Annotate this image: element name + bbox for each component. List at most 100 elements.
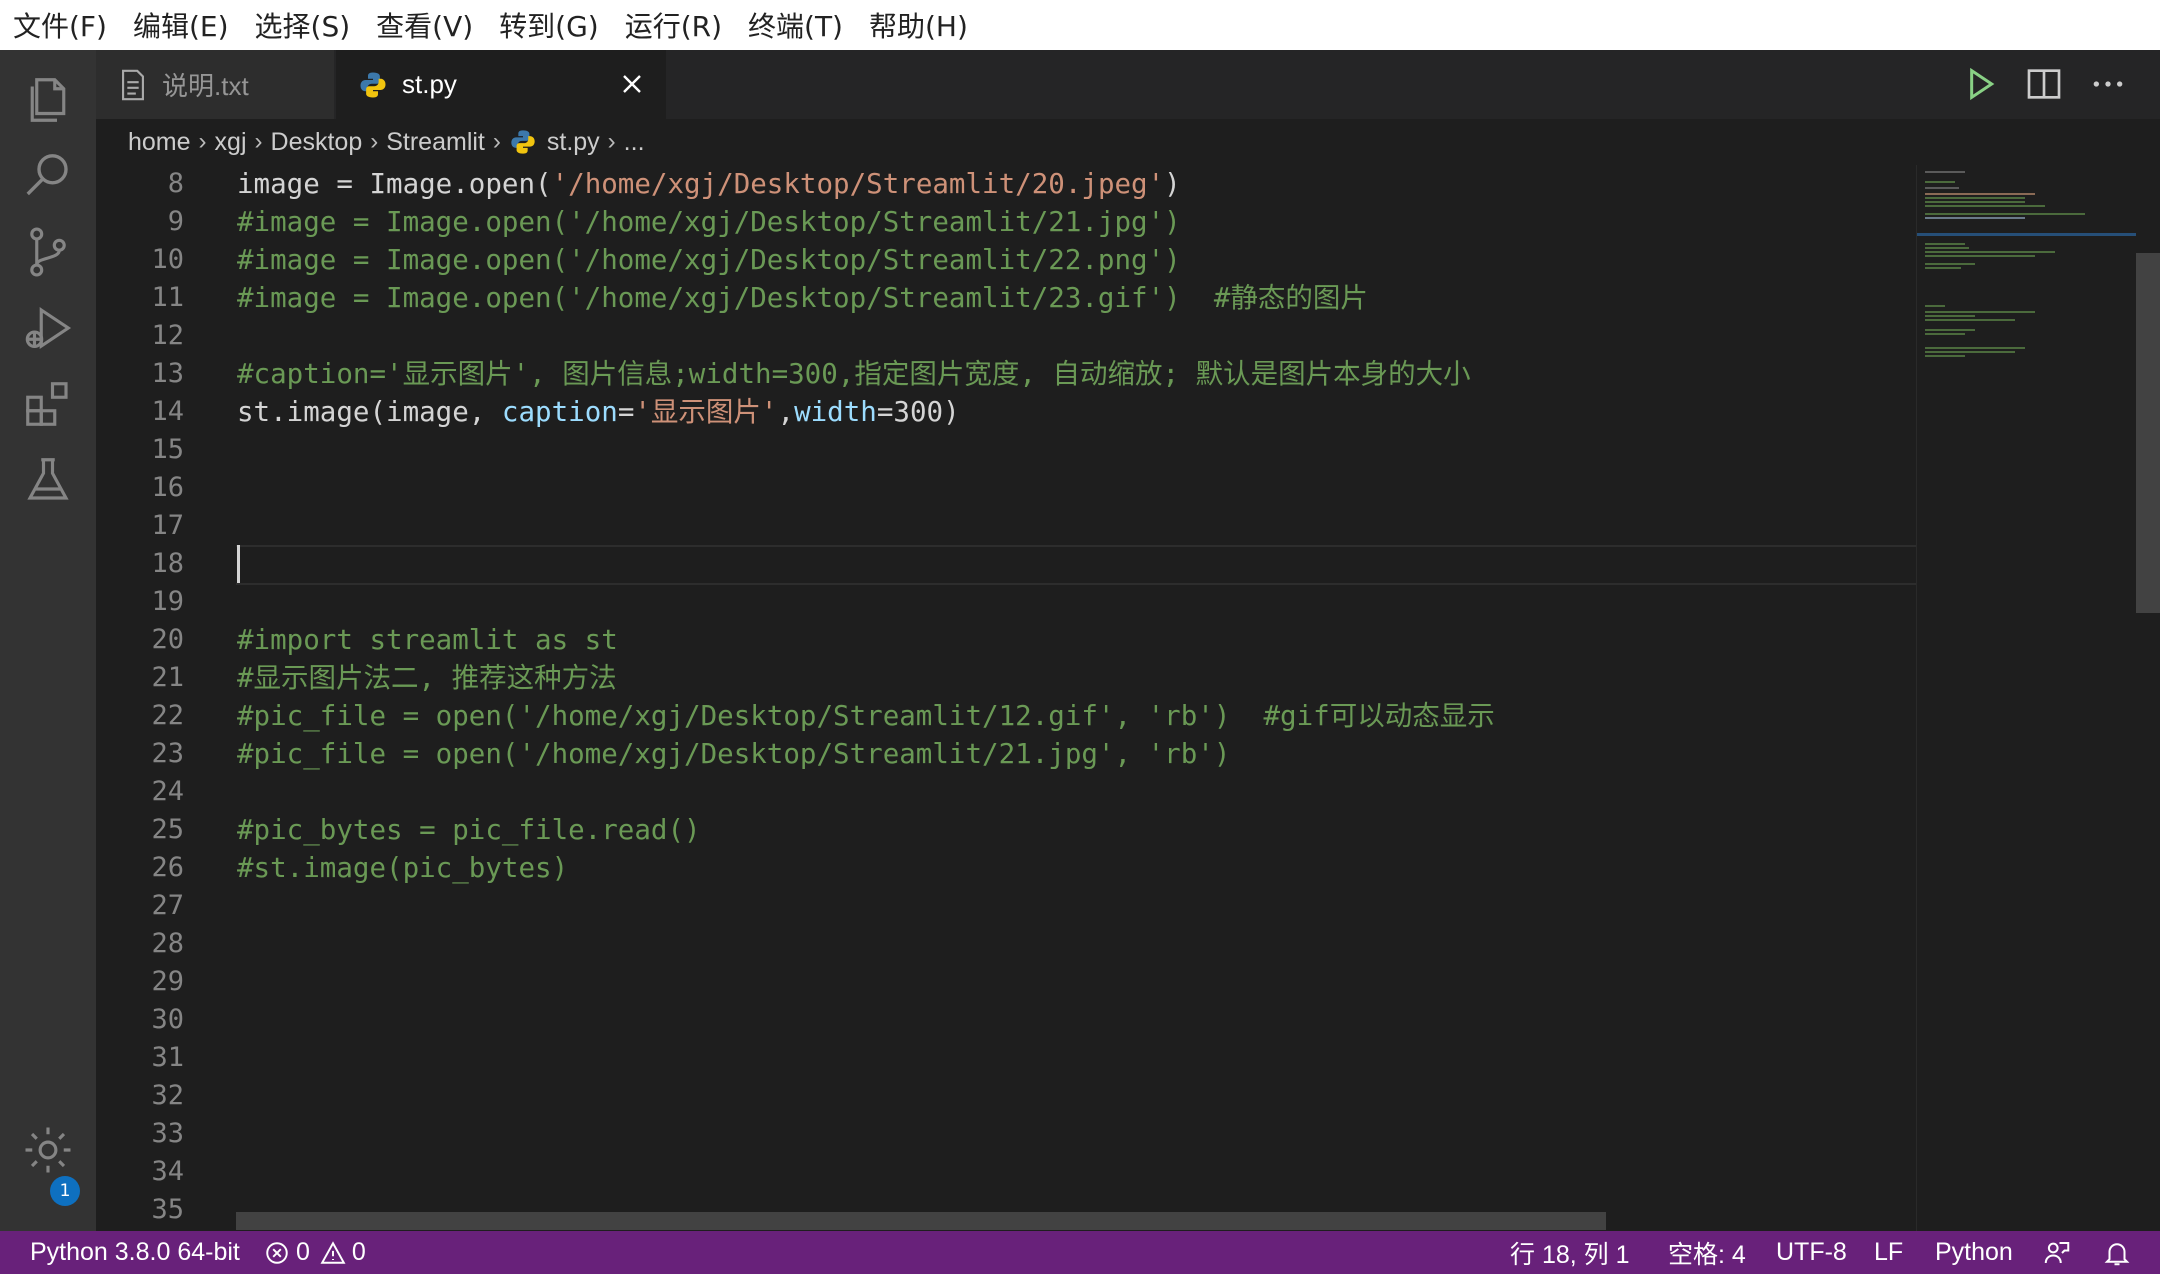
code-line[interactable]: 32 (96, 1077, 1916, 1115)
settings-badge: 1 (50, 1176, 80, 1206)
code-text: #st.image(pic_bytes) (237, 849, 568, 887)
feedback-icon[interactable] (2042, 1231, 2072, 1274)
breadcrumb-symbols[interactable]: ... (624, 128, 645, 157)
code-token: caption (501, 396, 618, 428)
notifications-bell-icon[interactable] (2102, 1231, 2132, 1274)
code-line[interactable]: 22 #pic_file = open('/home/xgj/Desktop/St… (96, 697, 1916, 735)
line-number: 9 (167, 206, 184, 237)
code-line[interactable]: 11 #image = Image.open('/home/xgj/Desktop… (96, 279, 1916, 317)
code-line[interactable]: 29 (96, 963, 1916, 1001)
code-line[interactable]: 17 (96, 507, 1916, 545)
tab-label: 说明.txt (162, 71, 249, 101)
encoding[interactable]: UTF-8 (1776, 1231, 1847, 1274)
menu-item[interactable]: 帮助(H) (856, 5, 981, 45)
code-token: #pic_bytes = pic_file.read() (237, 814, 701, 846)
code-line[interactable]: 21 #显示图片法二, 推荐这种方法 (96, 659, 1916, 697)
cursor-position[interactable]: 行 18, 列 1 (1510, 1231, 1630, 1274)
code-text: #pic_file = open('/home/xgj/Desktop/Stre… (237, 697, 1495, 735)
menu-item[interactable]: 运行(R) (612, 5, 735, 45)
line-number: 30 (151, 1004, 184, 1035)
run-file-icon[interactable] (1960, 64, 2000, 104)
line-number: 28 (151, 928, 184, 959)
line-number: 31 (151, 1042, 184, 1073)
breadcrumb-desktop[interactable]: Desktop (271, 128, 363, 157)
breadcrumb-streamlit[interactable]: Streamlit (386, 128, 485, 157)
code-line[interactable]: 14 st.image(image, caption='显示图片',width=3… (96, 393, 1916, 431)
code-line[interactable]: 16 (96, 469, 1916, 507)
split-editor-icon[interactable] (2024, 64, 2064, 104)
testing-icon[interactable] (18, 450, 78, 510)
code-line[interactable]: 34 (96, 1153, 1916, 1191)
code-line[interactable]: 18 (96, 545, 1916, 583)
code-line[interactable]: 28 (96, 925, 1916, 963)
warning-icon (320, 1240, 346, 1264)
breadcrumb-st-py[interactable]: st.py (547, 128, 600, 157)
menu-item[interactable]: 文件(F) (0, 5, 120, 45)
breadcrumb-home[interactable]: home (128, 128, 191, 157)
code-text: #image = Image.open('/home/xgj/Desktop/S… (237, 241, 1181, 279)
line-number: 14 (151, 396, 184, 427)
code-text: #显示图片法二, 推荐这种方法 (237, 659, 617, 697)
run-debug-icon[interactable] (18, 298, 78, 358)
line-number: 12 (151, 320, 184, 351)
code-line[interactable]: 25 #pic_bytes = pic_file.read() (96, 811, 1916, 849)
menu-item[interactable]: 转到(G) (486, 5, 612, 45)
minimap[interactable] (1916, 165, 2137, 1231)
line-number: 17 (151, 510, 184, 541)
code-token: =300) (876, 396, 960, 428)
code-line[interactable]: 19 (96, 583, 1916, 621)
code-line[interactable]: 8 image = Image.open('/home/xgj/Desktop/S… (96, 165, 1916, 203)
language-mode[interactable]: Python (1935, 1231, 2013, 1274)
tab-bar: 说明.txt st.py (96, 50, 2160, 119)
code-editor[interactable]: 8 image = Image.open('/home/xgj/Desktop/S… (96, 165, 1916, 1231)
code-token: '/home/xgj/Desktop/Streamlit/20.jpeg' (551, 168, 1165, 200)
code-token: '显示图片' (634, 396, 778, 428)
python-icon (360, 72, 386, 97)
close-icon[interactable] (616, 68, 648, 100)
indentation[interactable]: 空格: 4 (1668, 1231, 1746, 1274)
menu-item[interactable]: 选择(S) (242, 5, 364, 45)
problems-indicator[interactable]: 0 0 (264, 1231, 366, 1274)
more-actions-icon[interactable] (2088, 64, 2128, 104)
code-token: #caption='显示图片', 图片信息;width=300,指定图片宽度, … (237, 358, 1471, 390)
tab-readme-txt[interactable]: 说明.txt (96, 50, 334, 119)
settings-gear-icon[interactable] (18, 1120, 78, 1180)
code-line[interactable]: 13 #caption='显示图片', 图片信息;width=300,指定图片宽度… (96, 355, 1916, 393)
code-token: #st.image(pic_bytes) (237, 852, 569, 884)
explorer-icon[interactable] (18, 70, 78, 130)
vertical-scrollbar-thumb[interactable] (2136, 253, 2160, 613)
code-line[interactable]: 24 (96, 773, 1916, 811)
breadcrumb-xgj[interactable]: xgj (215, 128, 247, 157)
search-icon[interactable] (18, 146, 78, 206)
menu-item[interactable]: 终端(T) (735, 5, 856, 45)
code-line[interactable]: 23 #pic_file = open('/home/xgj/Desktop/St… (96, 735, 1916, 773)
line-ending[interactable]: LF (1874, 1231, 1903, 1274)
code-token: #image = Image.open('/home/xgj/Desktop/S… (237, 282, 1368, 314)
code-line[interactable]: 27 (96, 887, 1916, 925)
python-icon (511, 130, 535, 154)
code-line[interactable]: 30 (96, 1001, 1916, 1039)
code-line[interactable]: 26 #st.image(pic_bytes) (96, 849, 1916, 887)
code-token: #image = Image.open('/home/xgj/Desktop/S… (237, 206, 1181, 238)
chevron-right-icon: › (492, 128, 501, 155)
tab-st-py[interactable]: st.py (336, 50, 666, 119)
code-text: #pic_file = open('/home/xgj/Desktop/Stre… (237, 735, 1230, 773)
code-token: ) (1164, 168, 1181, 200)
code-line[interactable]: 20 #import streamlit as st (96, 621, 1916, 659)
horizontal-scrollbar[interactable] (236, 1212, 1606, 1230)
source-control-icon[interactable] (18, 222, 78, 282)
menu-item[interactable]: 编辑(E) (120, 5, 242, 45)
code-line[interactable]: 12 (96, 317, 1916, 355)
breadcrumb: home › xgj › Desktop › Streamlit › st.py… (96, 119, 2160, 165)
code-line[interactable]: 33 (96, 1115, 1916, 1153)
menu-item[interactable]: 查看(V) (363, 5, 486, 45)
code-line[interactable]: 31 (96, 1039, 1916, 1077)
line-number: 18 (151, 548, 184, 579)
code-token: #import streamlit as st (237, 624, 618, 656)
code-line[interactable]: 9 #image = Image.open('/home/xgj/Desktop/… (96, 203, 1916, 241)
python-interpreter[interactable]: Python 3.8.0 64-bit (30, 1231, 240, 1274)
code-text: #pic_bytes = pic_file.read() (237, 811, 701, 849)
extensions-icon[interactable] (18, 374, 78, 434)
code-line[interactable]: 15 (96, 431, 1916, 469)
code-line[interactable]: 10 #image = Image.open('/home/xgj/Desktop… (96, 241, 1916, 279)
